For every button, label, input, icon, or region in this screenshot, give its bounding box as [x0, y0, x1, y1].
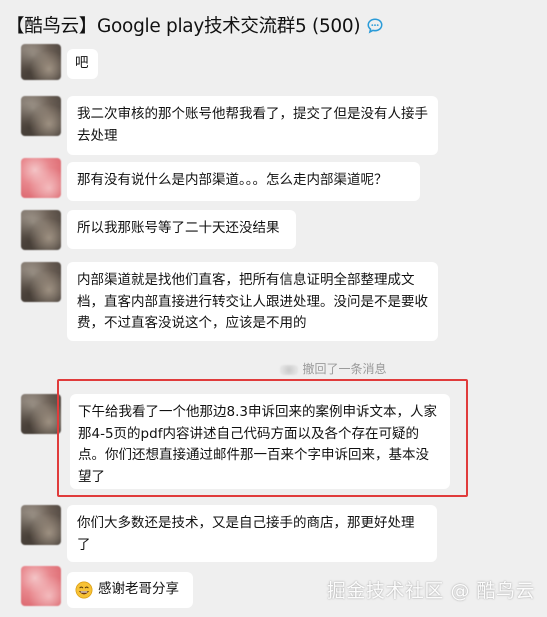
blurred-avatar-icon — [280, 364, 299, 375]
message-bubble: 我二次审核的那个账号他帮我看了，提交了但是没有人接手去处理 — [67, 96, 438, 155]
watermark: 掘金技术社区 @ 酷鸟云 — [326, 580, 535, 602]
avatar[interactable] — [21, 210, 61, 250]
chat-header: 【酷鸟云】Google play技术交流群5 (500) — [0, 0, 547, 50]
message-text: 所以我那账号等了二十天还没结果 — [77, 220, 280, 236]
chat-bubble-icon[interactable] — [366, 17, 384, 35]
group-title: 【酷鸟云】Google play技术交流群5 (500) — [6, 16, 361, 37]
message-text: 下午给我看了一个他那边8.3申诉回来的案例申诉文本，人家那4-5页的pdf内容讲… — [78, 404, 437, 485]
recall-notice: 撤回了一条消息 — [0, 360, 547, 377]
message-bubble: 感谢老哥分享 — [67, 572, 193, 608]
message-text: 那有没有说什么是内部渠道。。。怎么走内部渠道呢？ — [77, 172, 388, 188]
message-text: 感谢老哥分享 — [98, 581, 179, 598]
avatar[interactable] — [21, 394, 61, 434]
avatar[interactable] — [21, 44, 61, 80]
avatar[interactable] — [21, 158, 61, 198]
grinning-face-emoji-icon — [75, 581, 93, 599]
avatar[interactable] — [21, 505, 61, 545]
message-bubble: 你们大多数还是技术，又是自己接手的商店，那更好处理了 — [67, 505, 437, 562]
message-bubble: 那有没有说什么是内部渠道。。。怎么走内部渠道呢？ — [67, 162, 420, 201]
message-text: 内部渠道就是找他们直客，把所有信息证明全部整理成文档，直客内部直接进行转交让人跟… — [77, 272, 428, 331]
message-bubble: 下午给我看了一个他那边8.3申诉回来的案例申诉文本，人家那4-5页的pdf内容讲… — [70, 394, 450, 489]
message-text: 你们大多数还是技术，又是自己接手的商店，那更好处理了 — [77, 515, 415, 553]
message-bubble: 内部渠道就是找他们直客，把所有信息证明全部整理成文档，直客内部直接进行转交让人跟… — [67, 262, 438, 341]
message-bubble: 所以我那账号等了二十天还没结果 — [67, 210, 296, 249]
message-bubble: 吧 — [67, 49, 98, 79]
avatar[interactable] — [21, 262, 61, 302]
recall-text: 撤回了一条消息 — [302, 362, 387, 376]
avatar[interactable] — [21, 96, 61, 136]
message-text: 我二次审核的那个账号他帮我看了，提交了但是没有人接手去处理 — [77, 106, 428, 144]
message-text: 吧 — [75, 55, 89, 71]
avatar[interactable] — [21, 566, 61, 606]
